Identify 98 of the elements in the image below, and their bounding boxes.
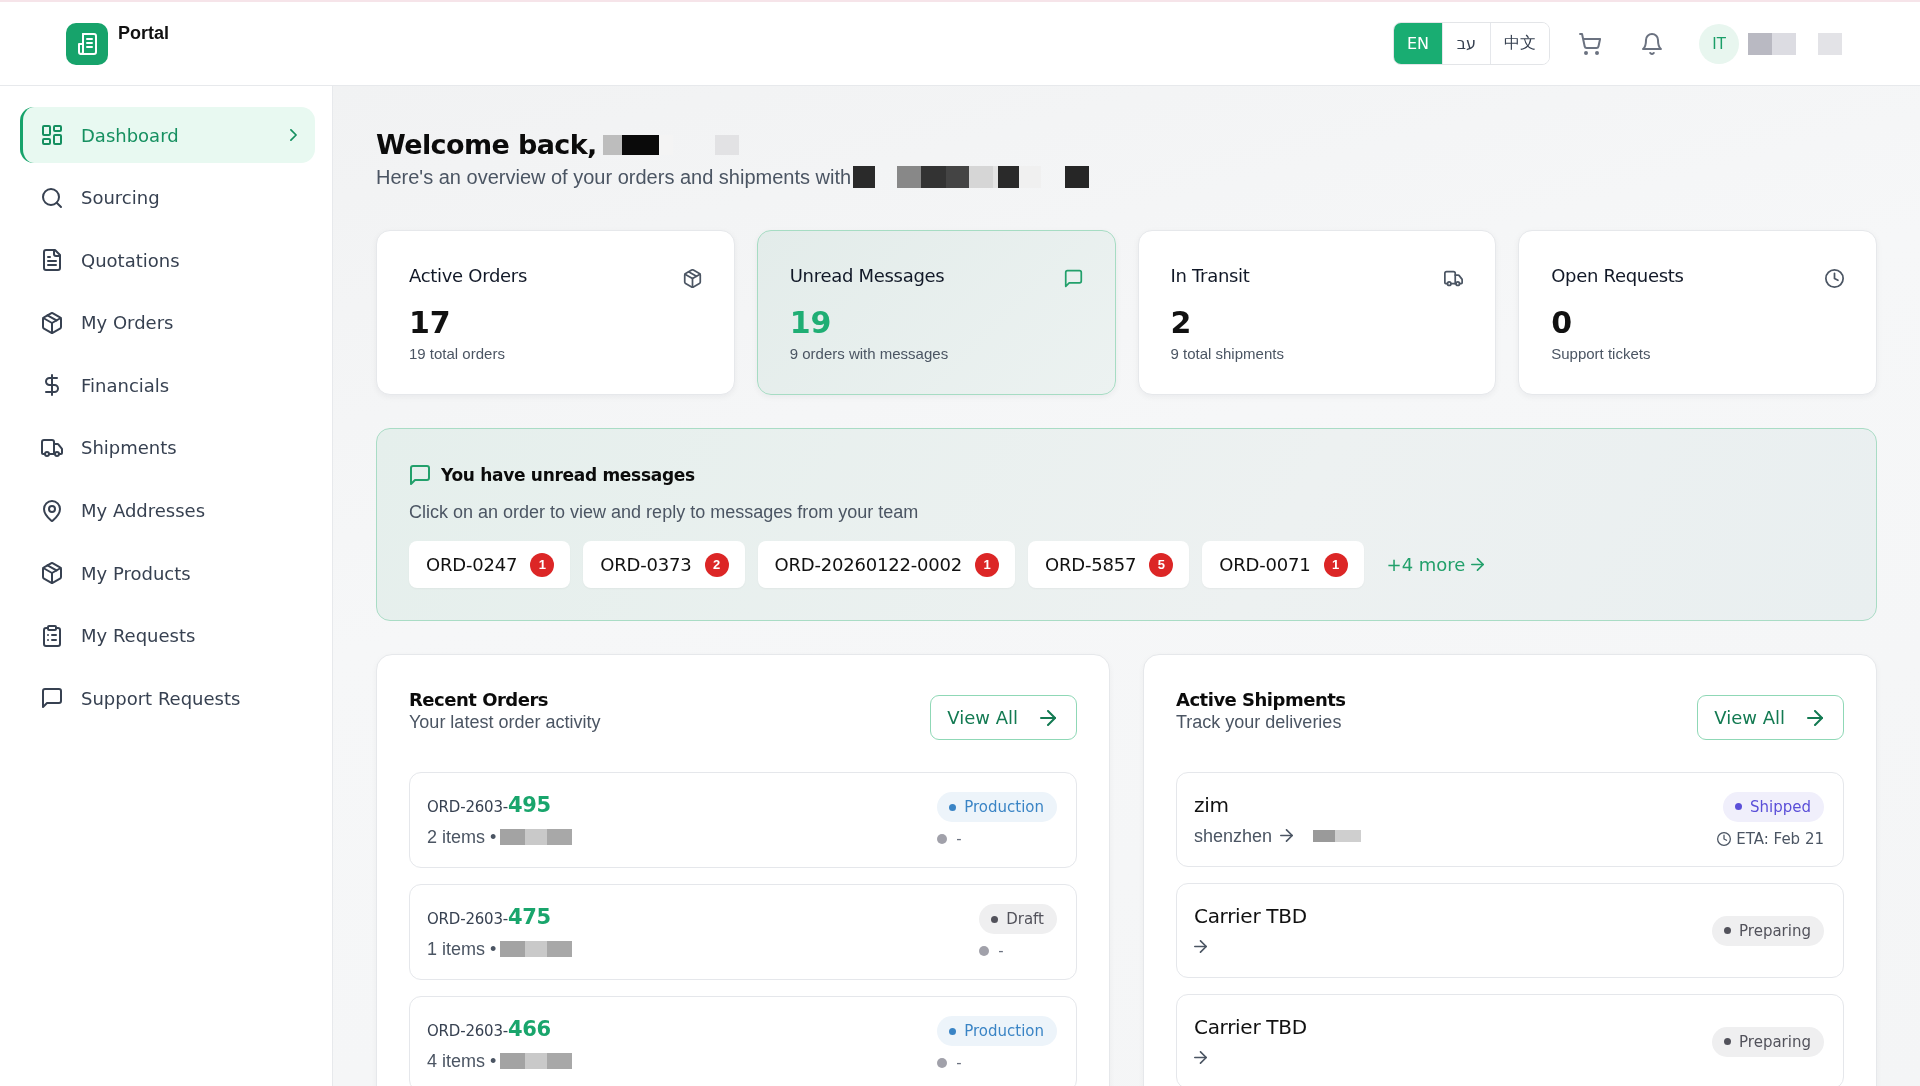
nav-item[interactable]: Financials	[20, 357, 315, 414]
order-card[interactable]: ORD-2603-466 4 items • Production -	[409, 996, 1077, 1086]
truck-icon	[1444, 269, 1464, 288]
clock-icon	[1717, 831, 1732, 846]
chevron-right-icon	[290, 129, 297, 141]
language-option[interactable]: 中文	[1490, 23, 1549, 64]
stat-value: 17	[409, 305, 452, 341]
app-name: Portal	[118, 23, 169, 44]
unread-count-badge: 1	[530, 552, 555, 577]
message-icon	[409, 464, 431, 486]
stat-value: 19	[789, 305, 833, 341]
eta-date: ETA: Feb 21	[1736, 829, 1824, 848]
view-all-button[interactable]: View All	[1697, 695, 1844, 740]
map-pin-icon	[41, 499, 63, 522]
order-chip[interactable]: ORD-0247 1	[409, 541, 571, 588]
stat-label: Active Orders	[409, 265, 528, 287]
panel-title: You have unread messages	[441, 464, 695, 487]
status-pill: Production	[937, 792, 1057, 822]
panel-subtitle: Your latest order activity	[409, 711, 601, 733]
panel-description: Click on an order to view and reply to messages from your team	[409, 501, 920, 523]
status-pill: Preparing	[1712, 915, 1824, 946]
stat-caption: 9 total shipments	[1170, 345, 1285, 363]
nav-item[interactable]: Sourcing	[20, 169, 315, 226]
nav-item[interactable]: Support Requests	[20, 670, 315, 727]
redacted-block	[1065, 166, 1090, 188]
carrier-name: zim	[1194, 792, 1230, 817]
order-number: ORD-2603-475	[427, 904, 552, 931]
nav-item[interactable]: My Products	[20, 545, 315, 602]
stat-label: In Transit	[1170, 265, 1250, 287]
nav-item[interactable]: Dashboard	[20, 107, 315, 163]
document-icon	[41, 249, 63, 272]
redacted-block	[853, 166, 876, 188]
order-card[interactable]: ORD-2603-495 2 items • Production -	[409, 772, 1077, 868]
unread-count-badge: 1	[1323, 552, 1348, 577]
panel-title: Recent Orders	[409, 689, 549, 711]
item-count: 4 items •	[427, 1049, 497, 1072]
status-pill: Production	[937, 1016, 1057, 1046]
order-chip[interactable]: ORD-20260122-0002 1	[757, 541, 1016, 588]
package-icon	[41, 311, 63, 334]
shipment-card[interactable]: Carrier TBD Preparing	[1176, 883, 1844, 978]
search-icon	[41, 186, 63, 209]
order-chip[interactable]: ORD-0071 1	[1202, 541, 1364, 588]
package-icon	[41, 562, 63, 585]
stat-caption: Support tickets	[1551, 345, 1652, 363]
shipment-card[interactable]: Carrier TBD Preparing	[1176, 994, 1844, 1086]
status-pill: Shipped	[1723, 791, 1824, 822]
order-number: ORD-2603-466	[427, 1016, 552, 1043]
payment-status: -	[998, 942, 1004, 960]
unread-count-badge: 1	[975, 552, 1000, 577]
message-icon	[41, 687, 63, 710]
nav-item[interactable]: My Addresses	[20, 482, 315, 539]
arrow-right-icon	[1807, 709, 1823, 726]
item-count: 1 items •	[427, 937, 497, 960]
status-pill: Preparing	[1712, 1026, 1824, 1057]
unread-count-badge: 5	[1149, 552, 1174, 577]
arrow-right-icon	[1194, 1051, 1207, 1064]
order-chip[interactable]: ORD-5857 5	[1028, 541, 1190, 588]
package-icon	[682, 269, 702, 288]
view-all-button[interactable]: View All	[930, 695, 1077, 740]
stat-value: 0	[1551, 305, 1574, 341]
nav-item[interactable]: Shipments	[20, 419, 315, 476]
payment-status: -	[956, 830, 962, 848]
order-number: ORD-2603-495	[427, 792, 552, 819]
payment-status: -	[956, 1054, 962, 1072]
order-card[interactable]: ORD-2603-475 1 items • Draft -	[409, 884, 1077, 980]
status-pill: Draft	[979, 904, 1057, 934]
panel-subtitle: Track your deliveries	[1176, 711, 1343, 733]
clock-icon	[1825, 269, 1844, 288]
carrier-name: Carrier TBD	[1194, 903, 1307, 928]
arrow-right-icon	[1040, 709, 1056, 726]
order-chip[interactable]: ORD-0373 2	[583, 541, 745, 588]
stat-caption: 9 orders with messages	[789, 345, 950, 363]
redacted-block	[1748, 32, 1796, 55]
stat-label: Open Requests	[1551, 265, 1684, 287]
item-count: 2 items •	[427, 825, 497, 848]
bell-icon[interactable]	[1641, 32, 1663, 55]
message-icon	[1063, 269, 1083, 288]
carrier-name: Carrier TBD	[1194, 1014, 1307, 1039]
welcome-subtitle: Here's an overview of your orders and shipments with	[376, 165, 852, 190]
welcome-heading: Welcome back,	[376, 128, 597, 162]
cart-icon[interactable]	[1579, 32, 1601, 55]
clipboard-icon	[41, 624, 63, 647]
logo-icon	[66, 22, 108, 65]
stat-value: 2	[1170, 305, 1193, 341]
arrow-right-icon	[1194, 940, 1207, 953]
route-origin: shenzhen	[1194, 824, 1273, 847]
nav-item[interactable]: My Orders	[20, 294, 315, 351]
stat-caption: 19 total orders	[409, 345, 506, 363]
nav-item[interactable]: Quotations	[20, 232, 315, 289]
panel-title: Active Shipments	[1176, 689, 1346, 711]
redacted-block	[1818, 32, 1842, 55]
dashboard-icon	[41, 124, 63, 146]
stat-label: Unread Messages	[789, 265, 945, 287]
unread-count-badge: 2	[704, 552, 729, 577]
redacted-block	[1313, 829, 1362, 842]
shipment-card[interactable]: zim shenzhen Shipped ETA: Feb 21	[1176, 772, 1844, 867]
truck-icon	[41, 436, 63, 459]
nav-item[interactable]: My Requests	[20, 607, 315, 664]
